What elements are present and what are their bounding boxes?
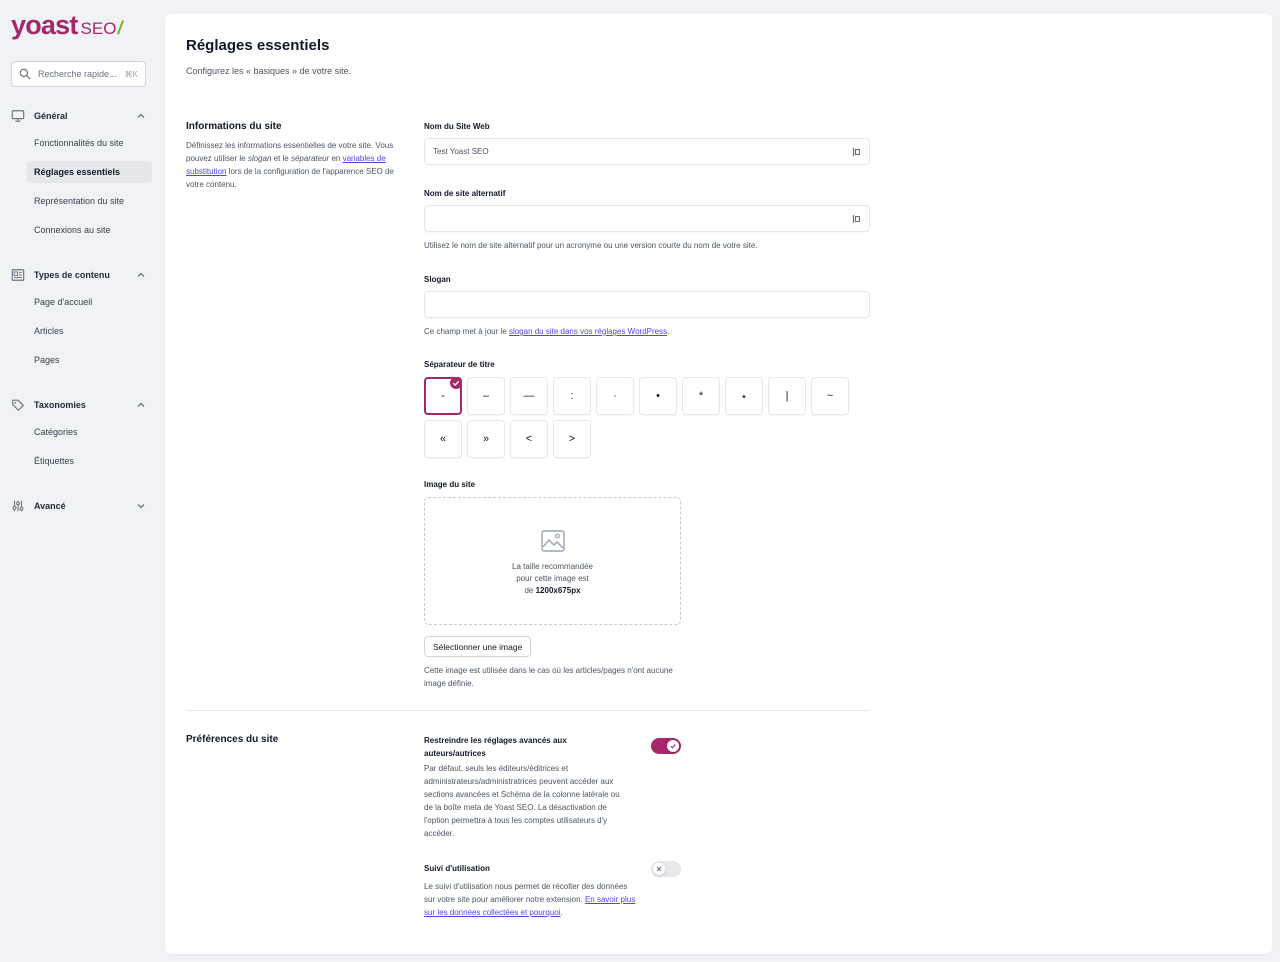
slogan-label: Slogan xyxy=(424,275,451,284)
nav-group-label: Avancé xyxy=(34,501,66,511)
separator-option[interactable]: « xyxy=(424,420,462,458)
x-icon xyxy=(656,866,662,872)
logo-wordmark: yoast xyxy=(11,10,78,40)
toggle-knob xyxy=(667,740,679,752)
site-name-label: Nom du Site Web xyxy=(424,122,490,131)
site-name-input[interactable]: Test Yoast SEO xyxy=(424,138,870,165)
separator-option[interactable]: - xyxy=(424,377,462,415)
usage-tracking-label: Suivi d'utilisation xyxy=(424,864,490,873)
separator-option[interactable]: » xyxy=(467,420,505,458)
slogan-input[interactable] xyxy=(424,291,870,318)
nav-group-label: Taxonomies xyxy=(34,400,86,410)
separator-option[interactable]: | xyxy=(768,377,806,415)
nav-group-avance[interactable]: Avancé xyxy=(11,498,152,514)
chevron-up-icon xyxy=(137,402,145,407)
nav-group-label: Types de contenu xyxy=(34,270,110,280)
separator-label: Séparateur de titre xyxy=(424,360,495,369)
insert-variable-icon[interactable] xyxy=(852,147,861,157)
usage-tracking-toggle[interactable] xyxy=(651,861,681,877)
sidebar-item-connexions[interactable]: Connexions au site xyxy=(27,219,152,241)
insert-variable-icon[interactable] xyxy=(852,214,861,224)
restrict-advanced-desc: Par défaut, seuls les éditeurs/éditrices… xyxy=(424,764,620,838)
sidebar-item-pages[interactable]: Pages xyxy=(27,349,152,371)
nav-group-taxonomies[interactable]: Taxonomies xyxy=(11,397,152,413)
site-image-dropzone[interactable]: La taille recommandée pour cette image e… xyxy=(424,497,681,625)
separator-option[interactable]: : xyxy=(553,377,591,415)
usage-tracking-desc: Le suivi d'utilisation nous permet de ré… xyxy=(424,882,636,917)
nav-group-content-types[interactable]: Types de contenu xyxy=(11,267,152,283)
restrict-advanced-toggle[interactable] xyxy=(651,738,681,754)
monitor-icon xyxy=(11,110,25,122)
separator-option[interactable]: ~ xyxy=(811,377,849,415)
wordpress-tagline-link[interactable]: slogan du site dans vos réglages WordPre… xyxy=(509,327,667,336)
settings-card: Réglages essentiels Configurez les « bas… xyxy=(165,14,1272,954)
site-image-label: Image du site xyxy=(424,480,476,489)
sidebar-item-articles[interactable]: Articles xyxy=(27,320,152,342)
separator-option[interactable]: — xyxy=(510,377,548,415)
sidebar-item-fonctionnalites[interactable]: Fonctionnalités du site xyxy=(27,132,152,154)
alt-name-label: Nom de site alternatif xyxy=(424,189,506,198)
chevron-up-icon xyxy=(137,272,145,277)
tag-icon xyxy=(12,399,24,411)
nav-group-general[interactable]: Général xyxy=(11,108,152,124)
toggle-knob xyxy=(653,863,665,875)
select-image-button[interactable]: Sélectionner une image xyxy=(424,636,532,657)
sidebar-item-page-accueil[interactable]: Page d'accueil xyxy=(27,291,152,313)
sidebar-item-reglages-essentiels[interactable]: Réglages essentiels xyxy=(27,161,152,183)
separator-option[interactable]: • xyxy=(639,377,677,415)
section-title-preferences: Préférences du site xyxy=(186,734,279,745)
search-placeholder: Recherche rapide... xyxy=(38,69,117,79)
newspaper-icon xyxy=(11,269,25,281)
slogan-help: Ce champ met à jour le slogan du site da… xyxy=(424,327,670,336)
quick-search[interactable]: Recherche rapide... ⌘K xyxy=(11,61,146,87)
restrict-advanced-label: Restreindre les réglages avancés aux aut… xyxy=(424,736,567,758)
section-divider xyxy=(186,710,870,711)
nav-group-label: Général xyxy=(34,111,68,121)
separator-option[interactable]: · xyxy=(596,377,634,415)
image-placeholder-icon xyxy=(541,530,565,552)
separator-option[interactable]: * xyxy=(682,377,720,415)
sidebar-item-categories[interactable]: Catégories xyxy=(27,421,152,443)
page-subtitle: Configurez les « basiques » de votre sit… xyxy=(186,66,352,76)
site-image-help: Cette image est utilisée dans le cas où … xyxy=(424,666,673,688)
site-image-hint: La taille recommandée pour cette image e… xyxy=(512,562,593,595)
chevron-down-icon xyxy=(137,504,145,509)
section-title-site-info: Informations du site xyxy=(186,121,282,132)
alt-name-input[interactable] xyxy=(424,205,870,232)
logo-seo: SEO xyxy=(80,19,117,38)
sidebar-item-etiquettes[interactable]: Étiquettes xyxy=(27,450,152,472)
separator-option[interactable]: < xyxy=(510,420,548,458)
sidebar: yoast SEO / Recherche rapide... ⌘K Génér… xyxy=(0,0,162,962)
sidebar-item-representation[interactable]: Représentation du site xyxy=(27,190,152,212)
alt-name-help: Utilisez le nom de site alternatif pour … xyxy=(424,241,758,250)
separator-option[interactable]: – xyxy=(467,377,505,415)
separator-option[interactable]: ⋆ xyxy=(725,377,763,415)
chevron-up-icon xyxy=(137,113,145,118)
section-desc-site-info: Définissez les informations essentielles… xyxy=(186,141,394,189)
check-icon xyxy=(670,744,676,749)
check-circle-icon xyxy=(450,377,462,389)
yoast-logo[interactable]: yoast SEO / xyxy=(11,10,122,40)
page-title: Réglages essentiels xyxy=(186,37,330,54)
search-shortcut: ⌘K xyxy=(124,69,138,79)
search-icon xyxy=(19,68,31,80)
sliders-icon xyxy=(12,500,24,512)
site-name-value: Test Yoast SEO xyxy=(433,147,489,156)
separator-option[interactable]: > xyxy=(553,420,591,458)
logo-slash: / xyxy=(117,18,123,38)
